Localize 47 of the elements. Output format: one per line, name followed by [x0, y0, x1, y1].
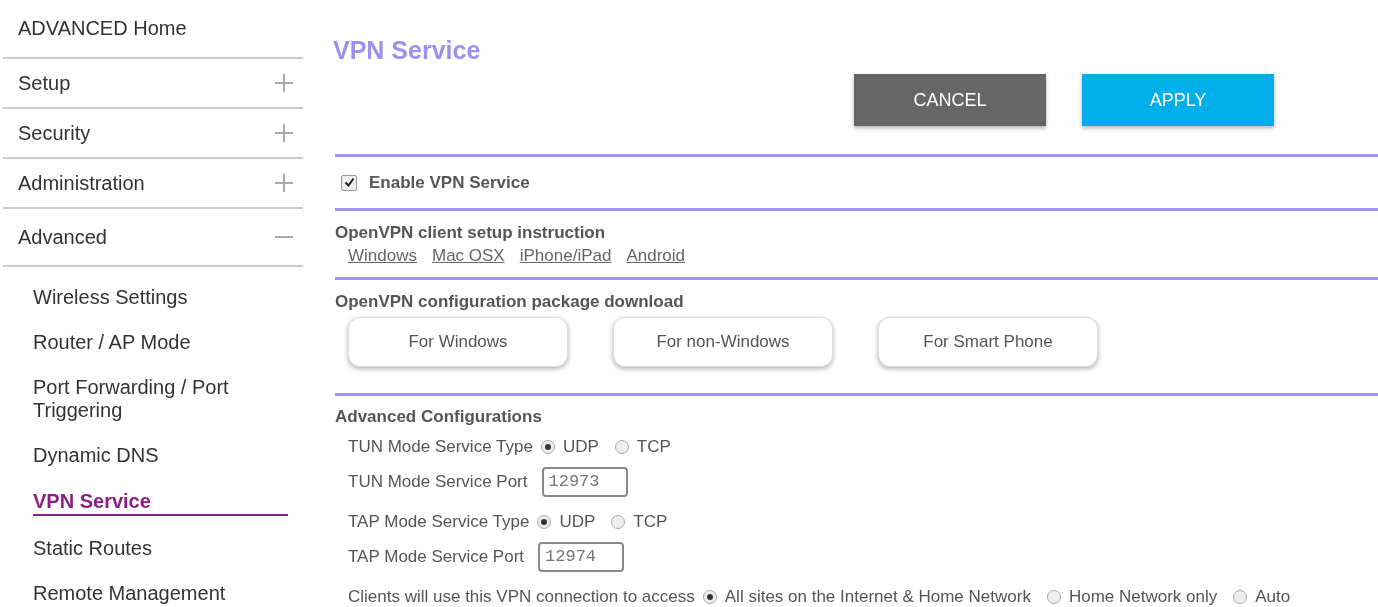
radio-label: Home Network only [1068, 587, 1218, 607]
field-label: Clients will use this VPN connection to access [348, 587, 695, 607]
download-button[interactable]: For non-Windows [613, 317, 833, 367]
radio-label: UDP [562, 437, 599, 457]
download-button[interactable]: For Windows [348, 317, 568, 367]
checkbox[interactable] [341, 174, 357, 191]
section-heading: OpenVPN configuration package download [335, 292, 684, 312]
radio-button[interactable] [540, 440, 555, 454]
radio-button[interactable] [614, 440, 629, 454]
field-label: TUN Mode Service Type [348, 437, 533, 457]
section-heading: OpenVPN client setup instruction [335, 223, 606, 243]
download-button[interactable]: For Smart Phone [878, 317, 1098, 367]
radio-label: TCP [636, 437, 671, 457]
field-label: TAP Mode Service Type [348, 512, 530, 532]
field-label: TUN Mode Service Port [348, 471, 528, 492]
radio-label: TCP [633, 512, 668, 532]
field-label: TAP Mode Service Port [348, 546, 525, 567]
sidebar-section[interactable]: Advanced [3, 209, 303, 267]
instruction-link[interactable]: iPhone/iPad [519, 246, 612, 266]
sidebar-item[interactable]: Router / AP Mode [33, 320, 288, 365]
instruction-link[interactable]: Mac OSX [431, 246, 505, 266]
radio-button[interactable] [1233, 590, 1248, 604]
sidebar-item[interactable]: Remote Management [33, 571, 288, 607]
radio-button[interactable] [611, 515, 626, 529]
radio-button[interactable] [702, 590, 717, 604]
radio-label: UDP [559, 512, 596, 532]
radio-button[interactable] [1046, 590, 1061, 604]
checkbox-label: Enable VPN Service [369, 172, 530, 193]
sidebar-home-link[interactable]: ADVANCED Home [3, 0, 303, 59]
radio-label: Auto [1255, 587, 1291, 607]
sidebar-item[interactable]: VPN Service [33, 478, 288, 516]
sidebar-section[interactable]: Setup [3, 59, 303, 109]
sidebar-item[interactable]: Static Routes [33, 526, 288, 571]
port-input-field[interactable]: 12974 [538, 541, 625, 572]
sidebar-item[interactable]: Wireless Settings [33, 275, 288, 320]
sidebar-section[interactable]: Administration [3, 159, 303, 209]
page-title: VPN Service [333, 36, 481, 64]
radio-label: All sites on the Internet & Home Network [724, 587, 1031, 607]
sidebar-item[interactable]: Dynamic DNS [33, 433, 288, 478]
cancel-button[interactable]: CANCEL [854, 74, 1046, 126]
instruction-link[interactable]: Android [626, 246, 685, 266]
section-heading: Advanced Configurations [335, 407, 542, 427]
instruction-link[interactable]: Windows [348, 246, 417, 266]
radio-button[interactable] [537, 515, 552, 529]
sidebar-section[interactable]: Security [3, 109, 303, 159]
port-input-field[interactable]: 12973 [541, 466, 628, 497]
sidebar-item[interactable]: Port Forwarding / Port Triggering [33, 365, 288, 433]
